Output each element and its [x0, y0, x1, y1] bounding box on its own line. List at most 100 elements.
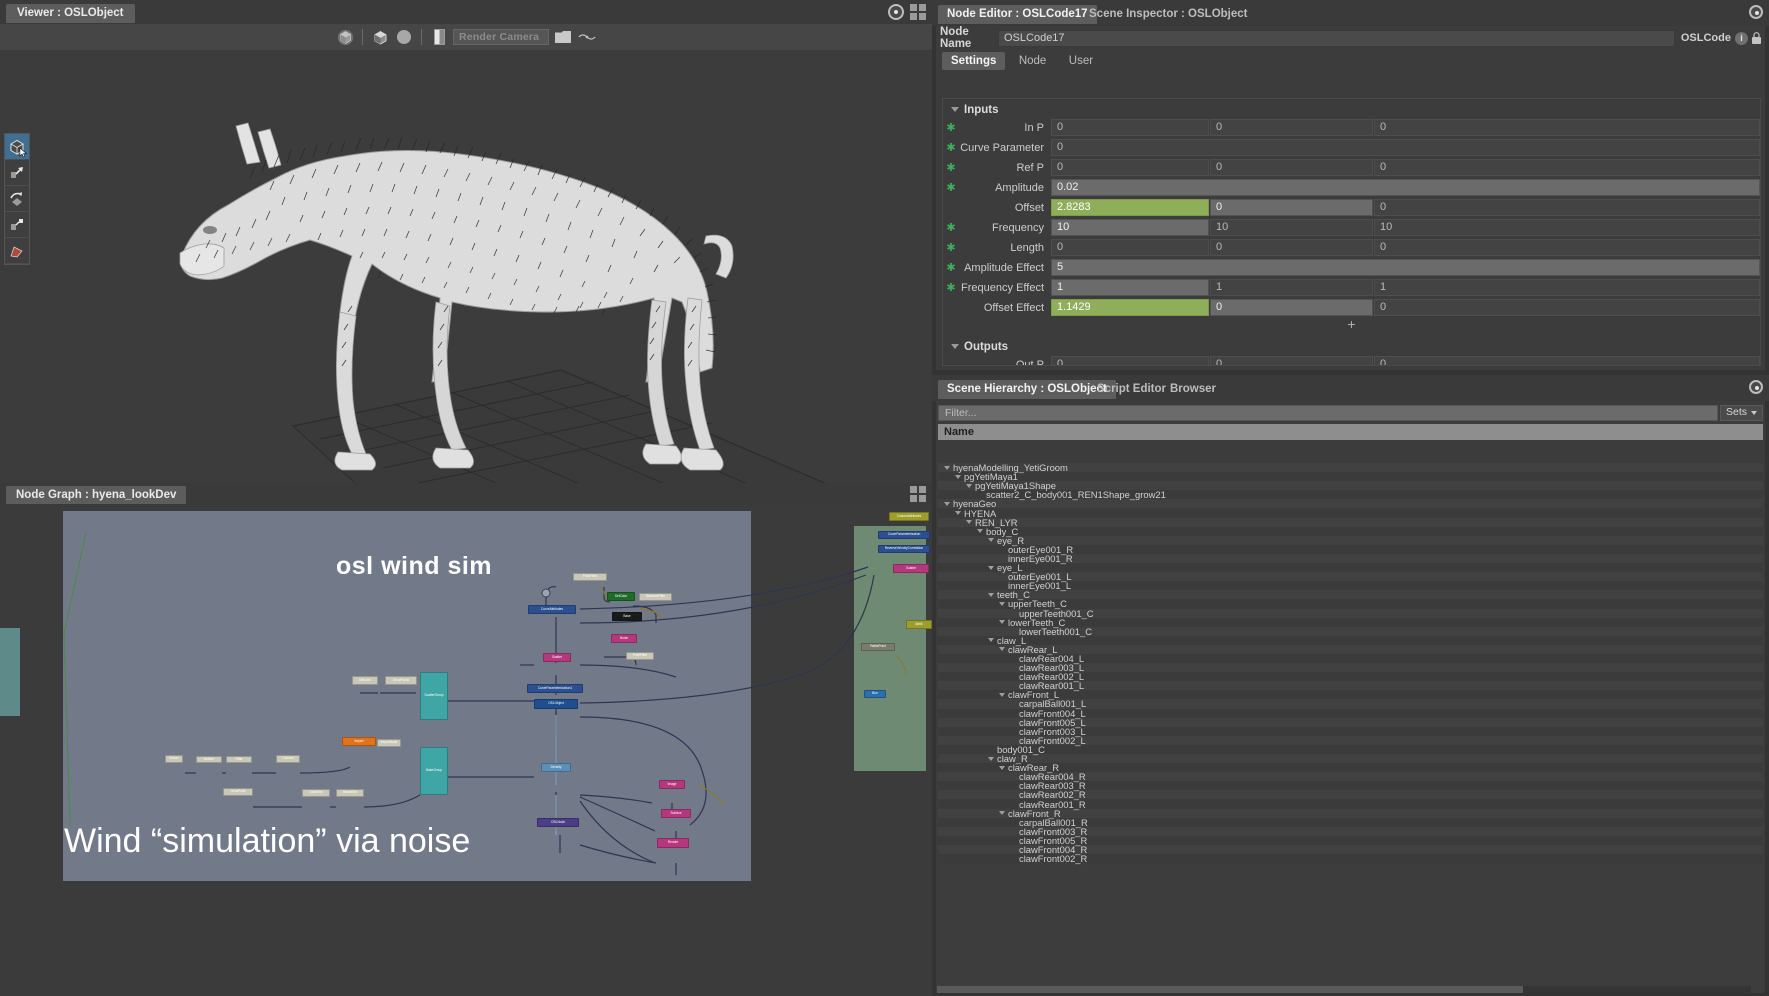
graph-node[interactable]: Noise: [611, 634, 637, 643]
filter-input[interactable]: Filter...: [938, 404, 1718, 421]
visibility-icon[interactable]: [577, 27, 597, 47]
graph-node[interactable]: ScatterGroup: [420, 672, 448, 720]
parameter-value-input[interactable]: 2.8283: [1051, 199, 1209, 216]
parameter-value-input[interactable]: 0: [1051, 119, 1209, 136]
tree-row[interactable]: claw_R: [938, 753, 1763, 764]
graph-node[interactable]: PointFilter: [573, 573, 607, 581]
graph-node[interactable]: Deform: [196, 756, 222, 763]
expand-triangle-icon[interactable]: [999, 647, 1005, 652]
tree-row[interactable]: clawFront002_L: [938, 735, 1763, 746]
graph-node[interactable]: ImportNode: [377, 739, 401, 747]
subtab-settings[interactable]: Settings: [942, 52, 1006, 70]
graph-node[interactable]: GrowPoints: [385, 676, 417, 685]
tree-row[interactable]: lowerTeeth001_C: [938, 626, 1763, 637]
graph-node[interactable]: CurveParameterization: [878, 531, 930, 539]
tree-row[interactable]: clawRear001_R: [938, 799, 1763, 810]
add-input-button[interactable]: +: [943, 317, 1760, 332]
node-name-input[interactable]: OSLCode17: [998, 29, 1675, 47]
parameter-value-input[interactable]: 10: [1210, 219, 1373, 236]
paint-tool[interactable]: [5, 238, 29, 264]
tree-row[interactable]: body_C: [938, 526, 1763, 537]
node-editor-panel-menu[interactable]: [1749, 5, 1763, 19]
expand-triangle-icon[interactable]: [999, 692, 1005, 697]
tab-browser[interactable]: Browser: [1161, 380, 1225, 399]
viewport-3d[interactable]: [0, 50, 932, 483]
expand-triangle-icon[interactable]: [988, 565, 994, 570]
graph-node[interactable]: InitGrow: [352, 676, 378, 685]
graph-node[interactable]: GuideSet: [302, 789, 330, 797]
scene-hierarchy-panel-menu[interactable]: [1749, 380, 1763, 394]
expand-triangle-icon[interactable]: [999, 620, 1005, 625]
tab-scene-inspector[interactable]: Scene Inspector : OSLObject: [1080, 5, 1256, 24]
tree-row[interactable]: body001_C: [938, 744, 1763, 755]
wireframe-cube-icon[interactable]: [370, 27, 390, 47]
graph-node[interactable]: Import: [342, 737, 376, 746]
expand-triangle-icon[interactable]: [944, 465, 950, 470]
expand-triangle-icon[interactable]: [966, 520, 972, 525]
expand-triangle-icon[interactable]: [999, 601, 1005, 606]
connection-dot-icon[interactable]: ✱: [943, 181, 959, 194]
tree-row[interactable]: hyenaGeo: [938, 498, 1763, 509]
tree-row[interactable]: clawRear001_L: [938, 680, 1763, 691]
graph-node[interactable]: CustomAttributes: [889, 512, 929, 521]
split-view-icon[interactable]: [429, 27, 449, 47]
connection-dot-icon[interactable]: ✱: [943, 281, 959, 294]
solid-shading-icon[interactable]: [335, 27, 355, 47]
tree-row[interactable]: claw_L: [938, 635, 1763, 646]
connection-dot-icon[interactable]: ✱: [943, 241, 959, 254]
expand-triangle-icon[interactable]: [999, 811, 1005, 816]
graph-node[interactable]: Attrib: [906, 620, 932, 629]
tree-row[interactable]: scatter2_C_body001_REN1Shape_grow21: [938, 489, 1763, 500]
graph-node[interactable]: Render: [657, 838, 689, 848]
lock-icon[interactable]: [1751, 31, 1762, 45]
horizontal-scrollbar[interactable]: [937, 986, 1751, 993]
sets-button[interactable]: Sets: [1719, 404, 1763, 421]
parameter-value-input[interactable]: 0: [1051, 239, 1209, 256]
translate-tool[interactable]: [5, 160, 29, 186]
parameter-value-input[interactable]: 1: [1374, 279, 1760, 296]
graph-node[interactable]: GrowPoint: [223, 788, 253, 796]
graph-node[interactable]: Image: [659, 780, 685, 789]
graph-node[interactable]: Scatter: [543, 653, 571, 662]
connection-dot-icon[interactable]: ✱: [943, 121, 959, 134]
outputs-section-header[interactable]: Outputs: [943, 338, 1760, 355]
expand-triangle-icon[interactable]: [999, 765, 1005, 770]
tree-row[interactable]: innerEye001_R: [938, 553, 1763, 564]
expand-triangle-icon[interactable]: [955, 474, 961, 479]
expand-triangle-icon[interactable]: [988, 756, 994, 761]
subtab-node[interactable]: Node: [1010, 52, 1056, 70]
graph-node[interactable]: Convert: [276, 755, 300, 763]
tree-row[interactable]: clawFront002_R: [938, 853, 1763, 864]
info-icon[interactable]: i: [1735, 31, 1748, 45]
parameter-value-input[interactable]: 0: [1051, 159, 1209, 176]
panel-menu-icon[interactable]: [1749, 5, 1763, 19]
parameter-value-input[interactable]: 1: [1051, 279, 1209, 296]
tab-node-editor[interactable]: Node Editor : OSLCode17: [938, 5, 1097, 24]
parameter-value-input[interactable]: 0: [1210, 119, 1373, 136]
parameter-value-input[interactable]: 0: [1374, 159, 1760, 176]
scale-tool[interactable]: [5, 212, 29, 238]
graph-node[interactable]: PointFilter: [626, 652, 654, 660]
expand-triangle-icon[interactable]: [944, 501, 950, 506]
parameter-value-input[interactable]: 0: [1374, 239, 1760, 256]
tab-node-graph[interactable]: Node Graph : hyena_lookDev: [6, 486, 187, 504]
tree-row[interactable]: REN_LYR: [938, 517, 1763, 528]
expand-triangle-icon[interactable]: [988, 638, 994, 643]
render-camera-input[interactable]: Render Camera: [453, 29, 549, 45]
tree-row[interactable]: innerEye001_L: [938, 580, 1763, 591]
graph-node[interactable]: StrandSet: [336, 789, 364, 797]
record-icon[interactable]: [888, 4, 904, 20]
tree-row[interactable]: HYENA: [938, 508, 1763, 519]
parameter-value-input[interactable]: 0: [1210, 299, 1373, 316]
folder-icon[interactable]: [553, 27, 573, 47]
scrollbar-thumb[interactable]: [937, 986, 1524, 993]
connection-dot-icon[interactable]: ✱: [943, 141, 959, 154]
parameter-value-input[interactable]: 0: [1210, 159, 1373, 176]
scene-hierarchy-tree[interactable]: hyenaModelling_YetiGroom pgYetiMaya1 pgYet…: [938, 463, 1763, 991]
graph-node[interactable]: ReverseVelocityCorrelation: [878, 545, 930, 553]
inputs-section-header[interactable]: Inputs: [943, 101, 1760, 118]
graph-node[interactable]: BakeGroup: [420, 747, 448, 795]
layout-grid-icon[interactable]: [910, 4, 926, 20]
graph-node[interactable]: Blur: [864, 690, 886, 698]
tab-viewer[interactable]: Viewer : OSLObject: [6, 4, 135, 23]
